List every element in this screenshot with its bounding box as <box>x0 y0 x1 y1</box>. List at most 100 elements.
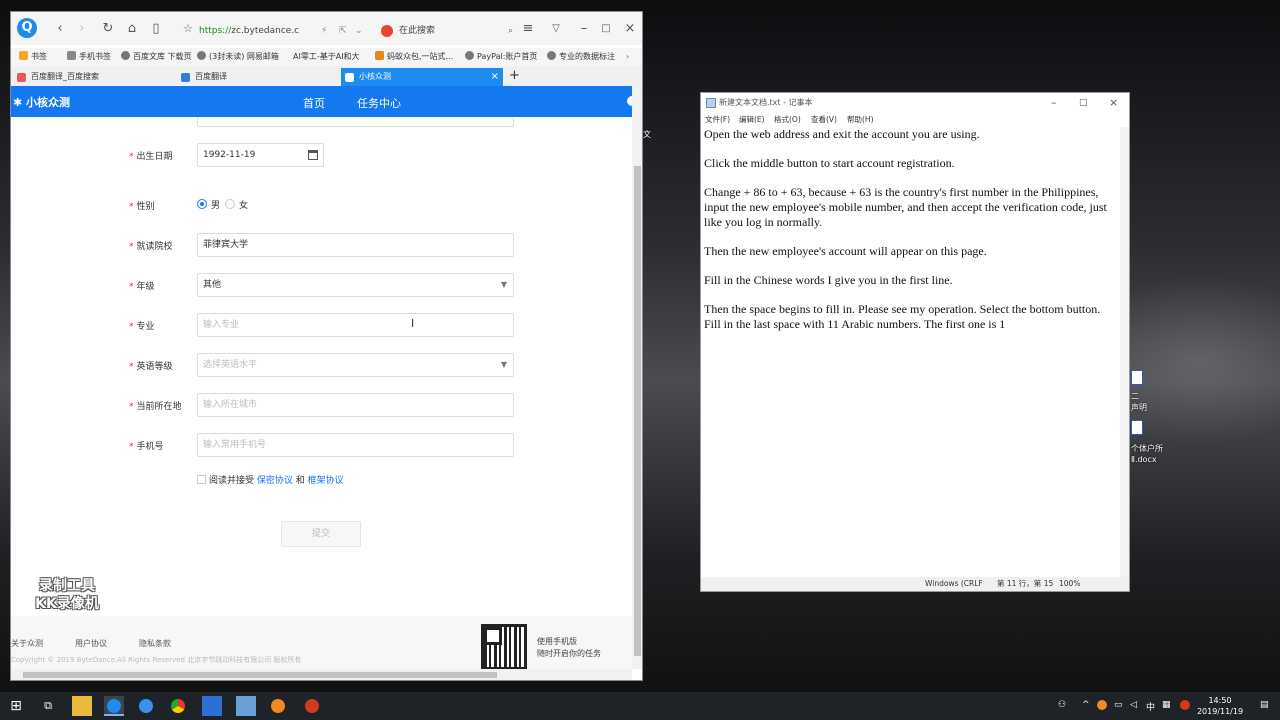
menu-file[interactable]: 文件(F) <box>705 113 730 127</box>
task-view-icon[interactable]: ⧉ <box>38 696 58 716</box>
ime-indicator[interactable]: 中 <box>1146 700 1155 713</box>
bookmark-item[interactable]: (3封未读) 网易邮箱 <box>197 51 279 63</box>
maximize-icon[interactable]: □ <box>1079 93 1088 113</box>
desktop-icon-label[interactable]: 声明 <box>1131 403 1147 413</box>
vertical-scrollbar[interactable] <box>632 86 642 669</box>
back-icon[interactable]: ‹ <box>51 20 69 38</box>
share-icon[interactable]: ⇱ <box>339 22 347 40</box>
chat-app-icon[interactable] <box>136 696 156 716</box>
menu-icon[interactable]: ≡ <box>519 20 537 38</box>
bookmark-item[interactable]: PayPal:账户首页 <box>465 51 537 63</box>
menu-help[interactable]: 帮助(H) <box>847 113 874 127</box>
tab-baidu-translate[interactable]: 百度翻译 <box>177 68 337 86</box>
footer-privacy-link[interactable]: 隐私条款 <box>139 638 171 649</box>
notepad-scrollbar[interactable] <box>1120 127 1129 577</box>
desktop-icon-label[interactable]: 个体户所 <box>1131 444 1163 454</box>
baidu-icon <box>17 73 26 82</box>
site-logo[interactable]: ✱ 小核众测 <box>13 94 70 110</box>
scrollbar-thumb[interactable] <box>634 166 641 656</box>
footer-about-link[interactable]: 关于众测 <box>11 638 43 649</box>
birth-date-input[interactable]: 1992-11-19 <box>197 143 324 167</box>
previous-field-input[interactable] <box>197 117 514 127</box>
bookmark-item[interactable]: 百度文库 下载页 <box>121 51 192 63</box>
more-bookmarks-icon[interactable]: › <box>626 51 629 63</box>
minimize-icon[interactable]: – <box>575 20 593 38</box>
notepad-text-area[interactable]: Open the web address and exit the accoun… <box>704 127 1114 577</box>
qq-browser-taskbar-icon[interactable] <box>104 696 124 716</box>
chrome-icon[interactable] <box>168 696 188 716</box>
tray-expand-icon[interactable]: ^ <box>1082 700 1090 710</box>
nav-task-center[interactable]: 任务中心 <box>357 95 401 111</box>
school-input[interactable]: 菲律宾大学 <box>197 233 514 257</box>
tab-baidu-translate-search[interactable]: 百度翻译_百度搜索 <box>13 68 173 86</box>
refresh-icon[interactable]: ↻ <box>99 20 117 38</box>
notification-icon[interactable]: ▤ <box>1260 700 1269 710</box>
nav-home[interactable]: 首页 <box>303 95 325 120</box>
desktop-icon-label[interactable]: Ⅱ.docx <box>1131 455 1157 465</box>
minimize-icon[interactable]: – <box>1051 93 1057 113</box>
footer-user-agreement-link[interactable]: 用户协议 <box>75 638 107 649</box>
menu-edit[interactable]: 编辑(E) <box>739 113 765 127</box>
favorite-star-icon[interactable]: ☆ <box>179 20 197 38</box>
wps-icon[interactable] <box>202 696 222 716</box>
framework-agreement-link[interactable]: 框架协议 <box>308 476 344 486</box>
recorder-app-icon[interactable] <box>302 696 322 716</box>
major-input[interactable]: 输入专业 <box>197 313 514 337</box>
qq-browser-logo-icon[interactable]: Q <box>17 18 37 38</box>
agreement-checkbox[interactable] <box>197 475 206 484</box>
bookmark-item[interactable]: 蚂蚁众包,一站式... <box>375 51 453 63</box>
close-tab-icon[interactable]: × <box>491 68 499 86</box>
flash-icon[interactable]: ⚡ <box>321 22 327 40</box>
people-icon[interactable]: ⚇ <box>1058 700 1066 710</box>
calendar-icon[interactable] <box>308 150 318 160</box>
gender-label: * 性别 <box>129 202 155 212</box>
shield-icon[interactable]: ▽ <box>547 20 565 38</box>
fox-app-icon[interactable] <box>268 696 288 716</box>
grade-select[interactable]: 其他 ▼ <box>197 273 514 297</box>
search-icon[interactable]: ⌕ <box>508 22 513 40</box>
reading-mode-icon[interactable]: ▯ <box>147 20 165 38</box>
bookmark-item[interactable]: 手机书签 <box>67 51 111 63</box>
close-icon[interactable]: × <box>1109 93 1118 113</box>
horizontal-scrollbar[interactable] <box>11 669 632 680</box>
home-icon[interactable]: ⌂ <box>123 20 141 38</box>
bookmark-item[interactable]: 专业的数据标注 <box>547 51 615 63</box>
location-input[interactable]: 输入所在城市 <box>197 393 514 417</box>
location-row: * 当前所在地 输入所在城市 <box>11 393 632 417</box>
word-document-icon[interactable] <box>1131 370 1143 385</box>
forward-icon[interactable]: › <box>73 20 91 38</box>
file-explorer-icon[interactable] <box>72 696 92 716</box>
keyboard-icon[interactable]: ▦ <box>1162 700 1171 710</box>
network-icon[interactable]: ▭ <box>1114 700 1123 710</box>
new-tab-button[interactable]: + <box>505 68 520 86</box>
gender-female-radio[interactable] <box>225 199 235 209</box>
windows-start-icon[interactable]: ⊞ <box>6 696 26 716</box>
desktop-icon-label[interactable]: 文 <box>643 130 651 140</box>
tray-app-icon[interactable] <box>1097 700 1107 710</box>
desktop-icon-label[interactable]: 二 <box>1131 392 1139 402</box>
gender-male-radio[interactable] <box>197 199 207 209</box>
taskbar-clock[interactable]: 14:50 2019/11/19 <box>1195 695 1245 717</box>
copyright-text: Copyright © 2019 ByteDance.All Rights Re… <box>11 656 302 664</box>
bookmark-item[interactable]: AI零工-基于AI和大 <box>293 51 360 63</box>
grade-row: * 年级 其他 ▼ <box>11 273 632 297</box>
gender-female-label: 女 <box>239 201 249 211</box>
notepad-taskbar-icon[interactable] <box>236 696 256 716</box>
close-icon[interactable]: × <box>621 20 639 38</box>
scrollbar-thumb[interactable] <box>23 672 497 678</box>
security-icon[interactable] <box>1180 700 1190 710</box>
phone-input[interactable]: 输入常用手机号 <box>197 433 514 457</box>
site-navbar: ✱ 小核众测 首页 任务中心 <box>11 86 632 120</box>
search-box[interactable]: 在此搜索 ⌕ <box>379 22 519 40</box>
word-document-icon[interactable] <box>1131 420 1143 435</box>
submit-button[interactable]: 提交 <box>281 521 361 547</box>
menu-view[interactable]: 查看(V) <box>811 113 837 127</box>
dropdown-icon[interactable]: ⌄ <box>355 22 363 40</box>
menu-format[interactable]: 格式(O) <box>774 113 801 127</box>
maximize-icon[interactable]: □ <box>597 20 615 38</box>
volume-icon[interactable]: ◁ <box>1130 700 1137 710</box>
tab-xiaohe-zhongce[interactable]: 小核众测 × <box>341 68 503 86</box>
english-level-select[interactable]: 选择英语水平 ▼ <box>197 353 514 377</box>
bookmark-item[interactable]: 书签 <box>19 51 47 63</box>
privacy-agreement-link[interactable]: 保密协议 <box>257 476 293 486</box>
